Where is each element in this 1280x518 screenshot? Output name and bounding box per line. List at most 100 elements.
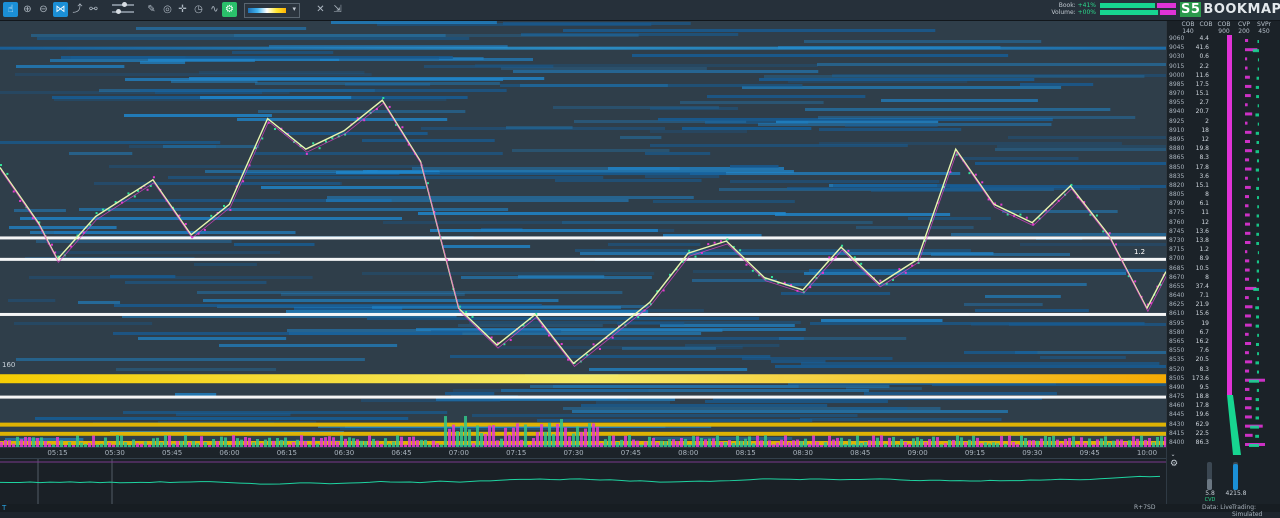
liquidity-band xyxy=(362,139,495,142)
volume-bar xyxy=(648,436,651,447)
cvd-indicator-pane[interactable] xyxy=(0,458,1166,505)
liquidity-band xyxy=(964,303,1043,306)
volume-bar xyxy=(840,437,843,447)
time-tick: 06:00 xyxy=(219,449,240,457)
volume-bar xyxy=(492,425,495,447)
heatmap-color-selector[interactable]: ▾ xyxy=(244,3,300,18)
crosshair-button[interactable]: ✛ xyxy=(175,2,190,17)
profile-bar-sell xyxy=(1245,397,1252,401)
close-button[interactable]: ✕ xyxy=(313,2,328,17)
camera-button[interactable]: ◎ xyxy=(160,2,175,17)
liquidity-band xyxy=(512,149,670,152)
pencil-tool-button[interactable]: ✎ xyxy=(144,2,159,17)
volume-bar xyxy=(668,439,671,447)
heatmap-chart[interactable]: 160 1.2 xyxy=(0,21,1166,447)
trade-dot xyxy=(0,164,2,167)
cvd-label: CVD xyxy=(1204,497,1216,503)
liquidity-band xyxy=(537,419,813,422)
liquidity-band xyxy=(575,249,971,252)
trade-dot xyxy=(19,199,22,202)
trade-dot xyxy=(471,315,474,318)
volume-bar xyxy=(1048,436,1051,447)
profile-bar-sell xyxy=(1245,351,1249,355)
volume-bar xyxy=(1132,436,1135,447)
line-tool-button[interactable]: ∿ xyxy=(207,2,222,17)
liquidity-band xyxy=(234,34,639,37)
liquidity-band xyxy=(682,127,812,130)
volume-bar xyxy=(872,435,875,447)
column-sub: 140 xyxy=(1182,28,1194,35)
volume-bar xyxy=(552,434,555,447)
liquidity-band xyxy=(785,283,1087,286)
profile-bar-buy xyxy=(1257,196,1259,200)
volume-bar xyxy=(468,429,471,447)
volume-bar xyxy=(848,439,851,447)
volume-bar xyxy=(212,438,215,447)
time-tick: 05:30 xyxy=(104,449,125,457)
trade-dot xyxy=(560,343,563,346)
pointer-tool-button[interactable]: ⤴ xyxy=(70,2,85,17)
trade-dot xyxy=(770,276,773,279)
volume-bar xyxy=(880,435,883,447)
profile-bar-sell xyxy=(1245,369,1250,373)
volume-bar xyxy=(520,439,523,447)
trade-dot xyxy=(592,343,595,346)
liquidity-band xyxy=(109,165,424,168)
network-tool-button[interactable]: ⋈ xyxy=(53,2,68,17)
liquidity-band xyxy=(254,152,503,155)
volume-bar xyxy=(708,438,711,447)
volume-bar xyxy=(684,438,687,447)
liquidity-band xyxy=(156,182,341,185)
liquidity-band xyxy=(804,40,1042,43)
profile-bar-buy xyxy=(1257,278,1259,282)
volume-bar xyxy=(804,438,807,447)
trade-dot xyxy=(490,336,493,339)
profile-bar-buy xyxy=(1256,186,1259,190)
trade-dot xyxy=(152,176,155,179)
chevron-down-icon[interactable]: ⌄ xyxy=(1168,451,1178,458)
contrast-slider[interactable] xyxy=(112,9,134,14)
volume-bar xyxy=(604,439,607,447)
volume-bar xyxy=(384,438,387,447)
trade-dot xyxy=(1134,280,1137,283)
imbalance-labels: Book: +41% Volume: +00% xyxy=(1046,2,1096,16)
status-left-icon[interactable]: T xyxy=(2,504,6,512)
volume-bar xyxy=(900,439,903,447)
liquidity-band xyxy=(16,65,125,68)
liquidity-band xyxy=(124,114,272,117)
brightness-slider[interactable] xyxy=(112,2,134,7)
profile-bar-buy xyxy=(1256,159,1259,163)
profile-bar-buy xyxy=(1249,444,1259,447)
zoom-out-button[interactable]: ⊖ xyxy=(36,2,51,17)
volume-bar xyxy=(1156,436,1159,447)
volume-bar xyxy=(344,438,347,447)
time-tick: 06:30 xyxy=(334,449,355,457)
liquidity-band xyxy=(653,200,795,203)
volume-bar xyxy=(532,438,535,447)
volume-bar xyxy=(756,435,759,447)
liquidity-band xyxy=(506,126,573,129)
liquidity-band xyxy=(453,389,649,392)
liquidity-band xyxy=(775,365,1166,368)
column-header: COB xyxy=(1197,21,1215,28)
export-button[interactable]: ⇲ xyxy=(330,2,345,17)
profile-bar-sell xyxy=(1245,231,1251,235)
hand-tool-button[interactable]: ☝ xyxy=(3,2,18,17)
timer-button[interactable]: ◷ xyxy=(191,2,206,17)
liquidity-band xyxy=(951,233,1166,236)
link-tool-button[interactable]: ⚯ xyxy=(86,2,101,17)
chart-settings-button[interactable]: ⚙ xyxy=(222,2,237,17)
volume-bar xyxy=(568,436,571,447)
liquidity-band xyxy=(9,226,117,229)
liquidity-band xyxy=(788,80,968,83)
profile-bar-buy xyxy=(1249,379,1259,383)
volume-bar xyxy=(764,435,767,447)
profile-bar-buy xyxy=(1256,223,1259,227)
volume-bar xyxy=(956,435,959,447)
liquidity-band xyxy=(518,275,605,278)
volume-bar xyxy=(368,435,371,447)
zoom-in-button[interactable]: ⊕ xyxy=(20,2,35,17)
volume-bar xyxy=(1116,439,1119,447)
volume-bar xyxy=(1028,440,1031,447)
volume-bar xyxy=(608,435,611,447)
